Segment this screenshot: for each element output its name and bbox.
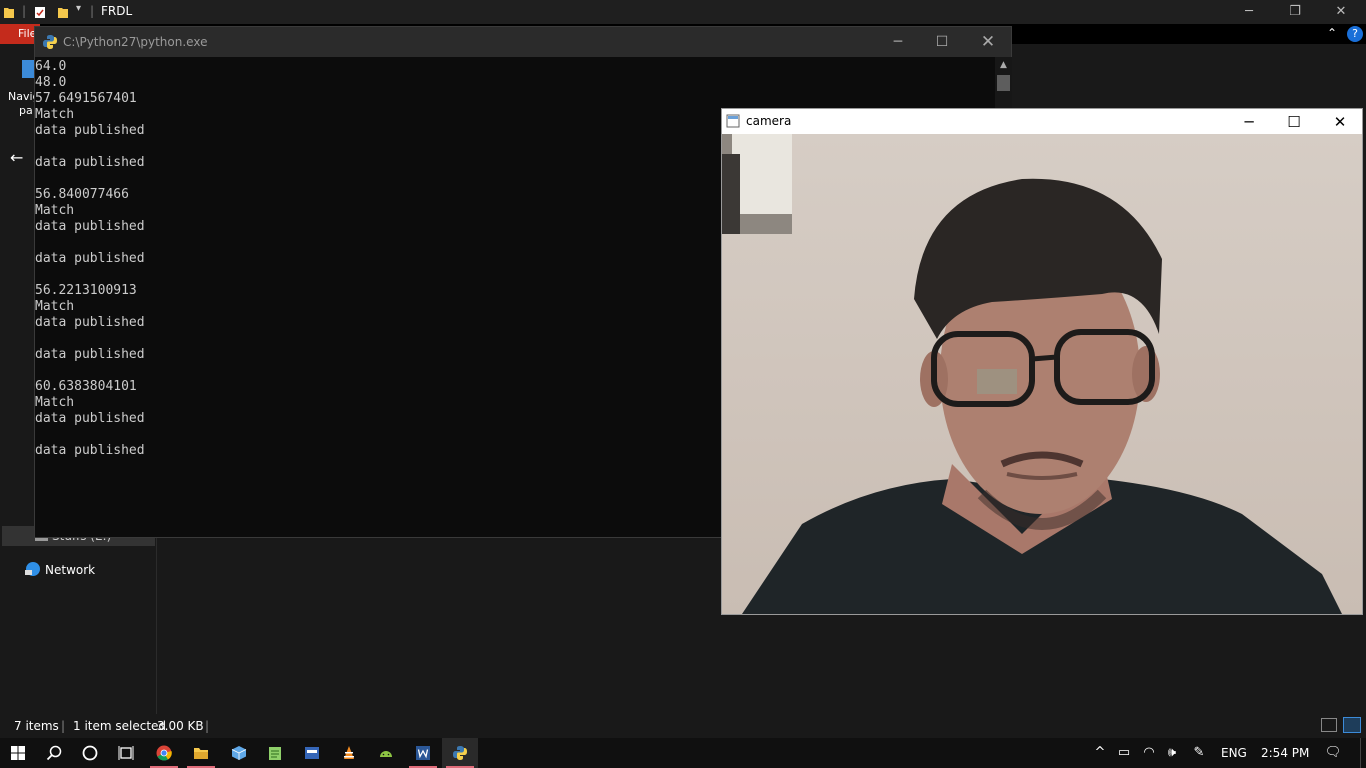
language-indicator[interactable]: ENG [1221,746,1247,760]
windows-start-icon [11,746,25,760]
status-bar: 7 items | 1 item selected 3.00 KB | [0,714,1366,738]
properties-icon[interactable] [34,5,46,19]
new-folder-icon[interactable] [57,5,69,19]
taskbar-vlc[interactable] [331,738,367,768]
help-icon[interactable]: ? [1347,26,1363,42]
chrome-icon [156,745,172,761]
navigation-pane-icon[interactable] [22,60,34,78]
notepad-icon [269,747,281,760]
taskbar-file-explorer[interactable] [183,738,219,768]
network-icon [25,562,40,576]
folder-icon [194,748,208,759]
status-item-count: 7 items [14,719,59,733]
separator: | [90,4,95,18]
search-button[interactable] [36,738,72,768]
cortana-button[interactable] [72,738,108,768]
show-hidden-icons-chevron-icon[interactable]: ^ [1091,744,1109,762]
separator: | [61,719,66,733]
scroll-up-arrow-icon[interactable]: ▲ [995,57,1012,73]
restore-button[interactable]: ❐ [1285,2,1305,22]
back-arrow-icon[interactable]: ← [10,148,23,167]
console-minimize-button[interactable]: ─ [883,31,913,53]
close-button[interactable]: ✕ [1331,2,1351,22]
details-view-icon[interactable] [1321,718,1337,732]
status-size: 3.00 KB [157,719,204,733]
console-titlebar[interactable]: C:\Python27\python.exe ─ ☐ ✕ [35,27,1011,57]
volume-icon[interactable]: 🕪 [1163,744,1181,762]
dev-tool-icon [305,747,319,759]
taskbar: ^ ▭ ◠ 🕪 ✎ ENG 2:54 PM 🗨 [0,738,1366,768]
3d-box-icon [231,746,247,760]
taskbar-python[interactable] [442,738,478,768]
task-view-button[interactable] [108,738,144,768]
collapse-ribbon-icon[interactable]: ⌃ [1327,26,1337,40]
taskbar-app-notepad[interactable] [257,738,293,768]
taskbar-app-dev[interactable] [294,738,330,768]
console-title: C:\Python27\python.exe [63,35,208,49]
python-icon [43,35,57,49]
status-selected: 1 item selected [73,719,167,733]
battery-icon[interactable]: ▭ [1115,744,1133,762]
task-view-icon [118,746,134,760]
show-desktop-button[interactable] [1360,738,1366,768]
python-icon [453,746,467,760]
console-maximize-button[interactable]: ☐ [927,31,957,53]
folder-icon[interactable] [3,5,15,19]
camera-feed [722,134,1362,614]
camera-title: camera [746,114,792,128]
camera-minimize-button[interactable]: ─ [1234,111,1264,133]
taskbar-word[interactable] [405,738,441,768]
window-icon [726,114,740,128]
explorer-window-title: FRDL [101,4,133,18]
separator: | [22,4,27,18]
separator: | [205,719,210,733]
camera-window: camera ─ ☐ ✕ [721,108,1363,615]
cortana-icon [82,745,98,761]
taskbar-chrome[interactable] [146,738,182,768]
minimize-button[interactable]: ─ [1239,2,1259,22]
word-icon [416,746,430,760]
large-icons-view-icon[interactable] [1343,717,1361,733]
taskbar-android-studio[interactable] [368,738,404,768]
customize-qat-icon[interactable]: ▾ [76,3,81,14]
network-label: Network [45,563,96,577]
pen-icon[interactable]: ✎ [1190,744,1208,762]
android-icon [380,751,392,757]
start-button[interactable] [0,738,36,768]
taskbar-app-box[interactable] [221,738,257,768]
scroll-thumb[interactable] [997,75,1010,91]
webcam-frame [722,134,1342,614]
vlc-icon [344,746,354,759]
system-clock[interactable]: 2:54 PM [1261,746,1309,760]
nav-item-network[interactable]: Network [0,560,155,580]
explorer-titlebar: | ▾ | FRDL ─ ❐ ✕ [0,0,1366,24]
wifi-icon[interactable]: ◠ [1140,744,1158,762]
camera-close-button[interactable]: ✕ [1325,111,1355,133]
action-center-icon[interactable]: 🗨 [1324,744,1342,762]
console-close-button[interactable]: ✕ [973,31,1003,53]
camera-titlebar[interactable]: camera ─ ☐ ✕ [722,109,1362,134]
camera-maximize-button[interactable]: ☐ [1279,111,1309,133]
search-icon [46,745,62,761]
navigation-pane-label-2: pa [19,104,33,117]
